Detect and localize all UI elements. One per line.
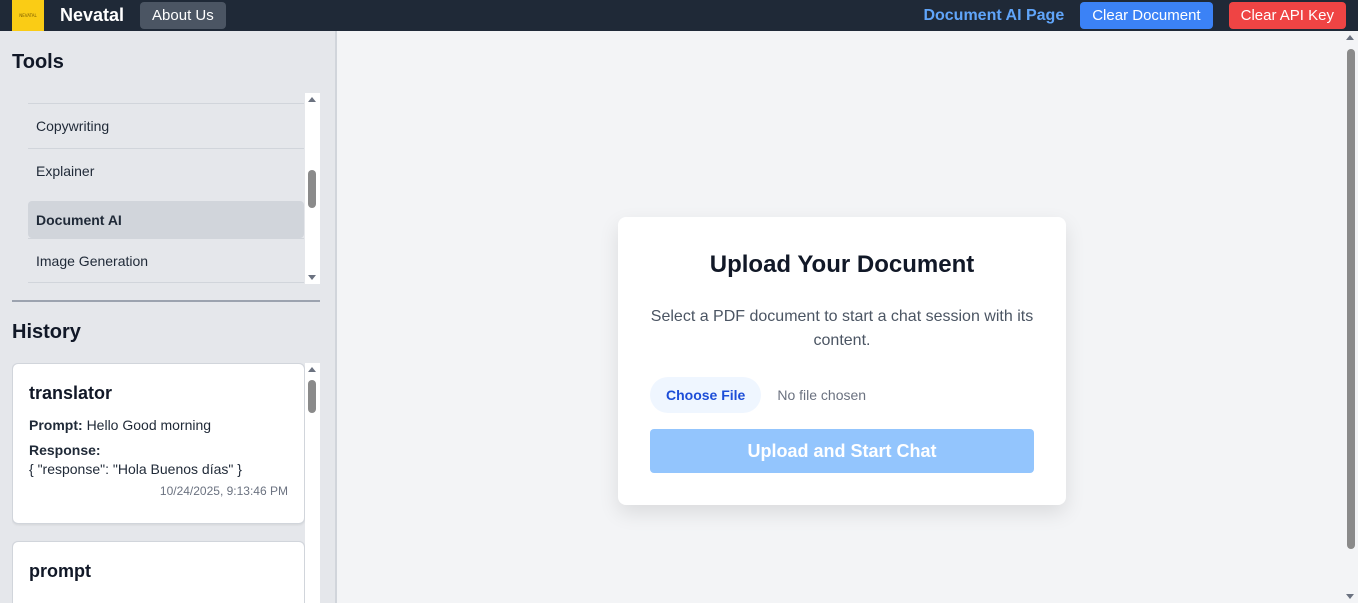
history-scroll-thumb[interactable] [308,380,316,413]
upload-card: Upload Your Document Select a PDF docume… [618,217,1066,505]
scroll-down-arrow-icon[interactable] [308,275,316,280]
tool-item-label: Image Generation [36,252,149,269]
history-list: translator Prompt: Hello Good morning Re… [12,363,320,603]
history-scrollbar[interactable] [305,363,320,603]
response-label: Response: [29,442,101,458]
scroll-up-arrow-icon[interactable] [1346,35,1354,40]
scroll-up-arrow-icon[interactable] [308,97,316,102]
tool-item-label: Explainer [36,163,95,179]
page-scrollbar[interactable] [1343,31,1358,603]
brand-logo[interactable]: NEVATAL [12,0,44,31]
prompt-label: Prompt: [29,417,83,433]
history-card-prompt: Prompt: Hello Good morning [29,417,288,433]
history-card[interactable]: prompt [12,541,305,603]
prompt-text: Hello Good morning [86,417,212,433]
history-card-timestamp: 10/24/2025, 9:13:46 PM [159,484,288,498]
clear-api-key-button[interactable]: Clear API Key [1228,2,1346,29]
upload-title: Upload Your Document [709,251,975,278]
history-card[interactable]: translator Prompt: Hello Good morning Re… [12,363,305,524]
choose-file-button[interactable]: Choose File [650,377,762,413]
tools-heading: Tools [12,51,64,73]
upload-description: Select a PDF document to start a chat se… [650,308,1034,349]
sidebar-divider [12,300,320,302]
tool-item-image-generation[interactable]: Image Generation [28,238,304,283]
tool-item-label: Copywriting [36,118,110,134]
document-ai-page-link[interactable]: Document AI Page [923,7,1064,25]
navbar-actions: Document AI Page Clear Document Clear AP… [923,2,1346,29]
brand-name[interactable]: Nevatal [60,5,124,26]
file-input[interactable]: Choose File No file chosen [650,377,866,413]
tools-list: Copywriting Explainer Document AI Image … [12,93,320,284]
logo-text: NEVATAL [19,13,37,18]
tool-item-label: Document AI [36,211,122,228]
main-content: Upload Your Document Select a PDF docume… [339,31,1343,603]
sidebar: Tools Copywriting Explainer Document AI … [0,31,337,603]
tools-scroll-thumb[interactable] [308,170,316,208]
top-navbar: NEVATAL Nevatal About Us Document AI Pag… [0,0,1358,31]
upload-start-chat-button[interactable]: Upload and Start Chat [650,429,1034,473]
tools-scrollbar[interactable] [305,93,320,284]
scroll-up-arrow-icon[interactable] [308,367,316,372]
history-heading: History [12,321,81,343]
clear-document-button[interactable]: Clear Document [1080,2,1213,29]
tool-item-explainer[interactable]: Explainer [28,148,304,193]
history-card-title: prompt [29,561,91,581]
response-text: { "response": "Hola Buenos días" } [29,461,242,477]
page-scroll-thumb[interactable] [1347,49,1355,549]
about-us-button[interactable]: About Us [140,2,226,29]
tool-item-document-ai[interactable]: Document AI [28,201,304,238]
history-card-title: translator [29,383,113,403]
scroll-down-arrow-icon[interactable] [1346,594,1354,599]
file-status: No file chosen [777,387,867,403]
tool-item-copywriting[interactable]: Copywriting [28,103,304,148]
